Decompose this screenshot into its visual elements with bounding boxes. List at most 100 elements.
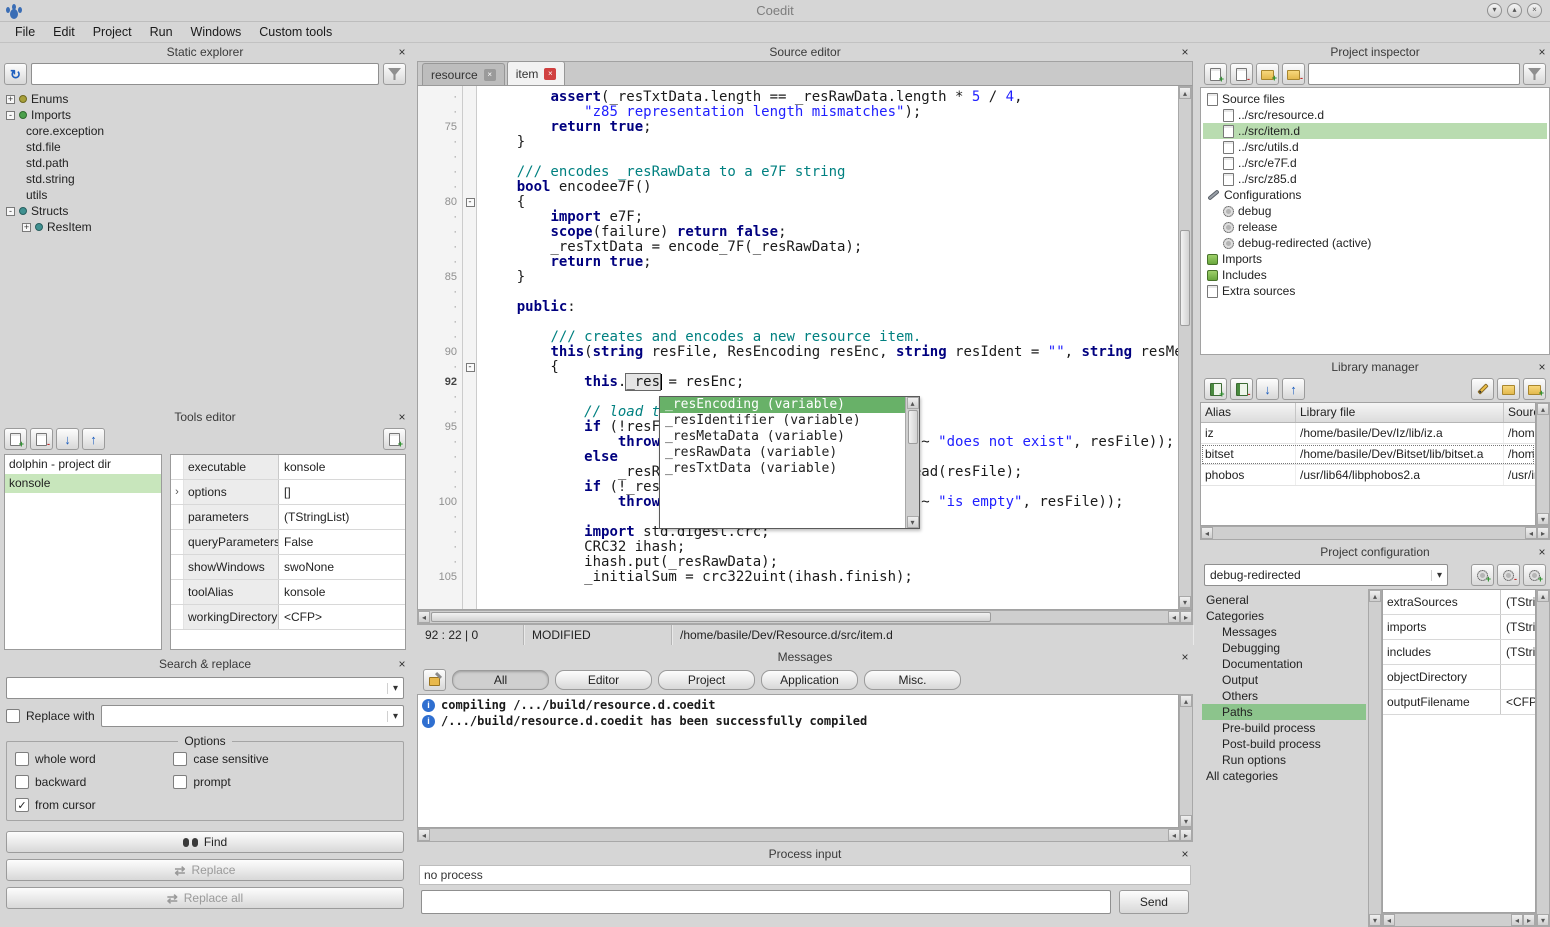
gear-plus-button[interactable]: + <box>1471 564 1494 586</box>
arrow-up-button[interactable]: ↑ <box>82 428 105 450</box>
option-prompt[interactable]: prompt <box>173 775 395 789</box>
close-panel-icon[interactable]: × <box>1534 45 1550 59</box>
property-value[interactable]: (TStringList) <box>1501 615 1535 639</box>
close-tab-icon[interactable]: × <box>484 69 496 81</box>
close-panel-icon[interactable]: × <box>1177 650 1193 664</box>
tree-item-debug-redirected-active[interactable]: debug-redirected (active) <box>1203 235 1547 251</box>
code-line[interactable]: 80- { <box>418 195 1178 210</box>
tree-item-std-string[interactable]: std.string <box>2 171 408 187</box>
scroll-left-icon[interactable]: ◂ <box>1168 829 1180 841</box>
scroll-down-icon[interactable]: ▾ <box>1537 513 1549 525</box>
tree-item-messages[interactable]: Messages <box>1202 624 1366 640</box>
scroll-right-icon[interactable]: ▸ <box>1180 829 1192 841</box>
refresh-button[interactable]: ↻ <box>4 63 27 85</box>
replace-term-combobox[interactable]: ▾ <box>101 705 404 727</box>
code-line[interactable]: · CRC32 ihash; <box>418 540 1178 555</box>
library-row-phobos[interactable]: phobos/usr/lib64/libphobos2.a/usr/includ… <box>1201 465 1535 486</box>
book-plus-button[interactable]: + <box>1204 378 1227 400</box>
property-value[interactable]: False <box>279 530 405 554</box>
scroll-left-icon[interactable]: ◂ <box>1525 527 1537 539</box>
expand-icon[interactable]: + <box>6 95 15 104</box>
property-row-queryparameters[interactable]: queryParametersFalse <box>171 530 405 555</box>
code-line[interactable]: · } <box>418 135 1178 150</box>
editor-vertical-scrollbar[interactable]: ▴ ▾ <box>1178 86 1192 609</box>
completion-item-resrawdata-variable[interactable]: _resRawData (variable) <box>660 445 905 461</box>
replace-enable-checkbox[interactable] <box>6 709 20 723</box>
code-line[interactable]: · <box>418 315 1178 330</box>
tree-item-src-e7f-d[interactable]: ../src/e7F.d <box>1203 155 1547 171</box>
tree-item-documentation[interactable]: Documentation <box>1202 656 1366 672</box>
completion-item-residentifier-variable[interactable]: _resIdentifier (variable) <box>660 413 905 429</box>
arrow-up-button[interactable]: ↑ <box>1282 378 1305 400</box>
tree-item-imports[interactable]: -Imports <box>2 107 408 123</box>
column-header-library-file[interactable]: Library file <box>1296 403 1504 422</box>
tab-item[interactable]: item× <box>507 61 566 85</box>
expand-icon[interactable]: › <box>171 480 184 504</box>
property-value[interactable]: (TStringList) <box>1501 640 1535 664</box>
code-line[interactable]: · assert(_resTxtData.length == _resRawDa… <box>418 90 1178 105</box>
close-panel-icon[interactable]: × <box>1177 847 1193 861</box>
code-line[interactable]: · <box>418 285 1178 300</box>
fold-collapse-icon[interactable]: - <box>466 363 475 372</box>
filter-project[interactable]: Project <box>658 670 755 690</box>
code-line[interactable]: · bool encodee7F() <box>418 180 1178 195</box>
column-header-alias[interactable]: Alias <box>1201 403 1296 422</box>
property-row-executable[interactable]: executablekonsole <box>171 455 405 480</box>
folder-plus-button[interactable]: + <box>1523 378 1546 400</box>
find-button[interactable]: Find <box>6 831 404 853</box>
scroll-left-icon[interactable]: ◂ <box>1511 914 1523 926</box>
tree-item-categories[interactable]: Categories <box>1202 608 1366 624</box>
chevron-down-icon[interactable]: ▾ <box>387 683 403 694</box>
scroll-down-icon[interactable]: ▾ <box>1180 815 1192 827</box>
scroll-left-icon[interactable]: ◂ <box>418 829 430 841</box>
maximize-button[interactable]: ▴ <box>1507 3 1522 18</box>
close-panel-icon[interactable]: × <box>1534 545 1550 559</box>
column-header-sources[interactable]: Sources <box>1504 403 1535 422</box>
code-line[interactable]: ·- { <box>418 360 1178 375</box>
replace-all-button[interactable]: ⇄ Replace all <box>6 887 404 909</box>
tree-item-std-file[interactable]: std.file <box>2 139 408 155</box>
folder-minus-button[interactable]: - <box>1282 63 1305 85</box>
property-value[interactable]: (TStringList) <box>1501 590 1535 614</box>
send-button[interactable]: Send <box>1119 890 1189 914</box>
property-value[interactable]: <CFP> <box>1501 690 1535 714</box>
tree-item-enums[interactable]: +Enums <box>2 91 408 107</box>
code-line[interactable]: 92 this._res = resEnc; <box>418 375 1178 390</box>
arrow-down-button[interactable]: ↓ <box>56 428 79 450</box>
property-row-imports[interactable]: imports(TStringList) <box>1383 615 1535 640</box>
option-backward[interactable]: backward <box>15 775 173 789</box>
option-from-cursor[interactable]: ✓from cursor <box>15 798 173 812</box>
search-term-combobox[interactable]: ▾ <box>6 677 404 699</box>
scroll-left-icon[interactable]: ◂ <box>1383 914 1395 926</box>
inspector-search-input[interactable] <box>1308 63 1520 85</box>
gear-minus-button[interactable]: - <box>1497 564 1520 586</box>
folder-button[interactable] <box>1497 378 1520 400</box>
library-vertical-scrollbar[interactable]: ▴ ▾ <box>1536 402 1550 526</box>
tree-item-src-z85-d[interactable]: ../src/z85.d <box>1203 171 1547 187</box>
menu-item-custom-tools[interactable]: Custom tools <box>250 23 341 41</box>
code-line[interactable]: 85 } <box>418 270 1178 285</box>
code-line[interactable]: 90 this(string resFile, ResEncoding resE… <box>418 345 1178 360</box>
code-line[interactable]: · public: <box>418 300 1178 315</box>
tree-item-src-resource-d[interactable]: ../src/resource.d <box>1203 107 1547 123</box>
property-row-includes[interactable]: includes(TStringList) <box>1383 640 1535 665</box>
scroll-left-icon[interactable]: ◂ <box>1201 527 1213 539</box>
doc-minus-button[interactable]: - <box>1230 63 1253 85</box>
close-panel-icon[interactable]: × <box>1534 360 1550 374</box>
scroll-down-icon[interactable]: ▾ <box>1369 914 1381 926</box>
scroll-down-icon[interactable]: ▾ <box>1179 596 1191 608</box>
code-line[interactable]: · <box>418 150 1178 165</box>
clean-button[interactable] <box>423 669 446 691</box>
close-panel-icon[interactable]: × <box>1177 45 1193 59</box>
config-vertical-scrollbar[interactable]: ▴ ▾ <box>1536 589 1550 927</box>
completion-item-restxtdata-variable[interactable]: _resTxtData (variable) <box>660 461 905 477</box>
property-row-outputfilename[interactable]: outputFilename<CFP> <box>1383 690 1535 715</box>
close-tab-icon[interactable]: × <box>544 68 556 80</box>
tree-item-imports[interactable]: Imports <box>1203 251 1547 267</box>
filter-editor[interactable]: Editor <box>555 670 652 690</box>
tree-item-structs[interactable]: -Structs <box>2 203 408 219</box>
property-row-showwindows[interactable]: showWindowsswoNone <box>171 555 405 580</box>
window-plus-button[interactable]: + <box>383 428 406 450</box>
property-row-workingdirectory[interactable]: workingDirectory<CFP> <box>171 605 405 630</box>
code-editor[interactable]: · assert(_resTxtData.length == _resRawDa… <box>417 86 1193 610</box>
